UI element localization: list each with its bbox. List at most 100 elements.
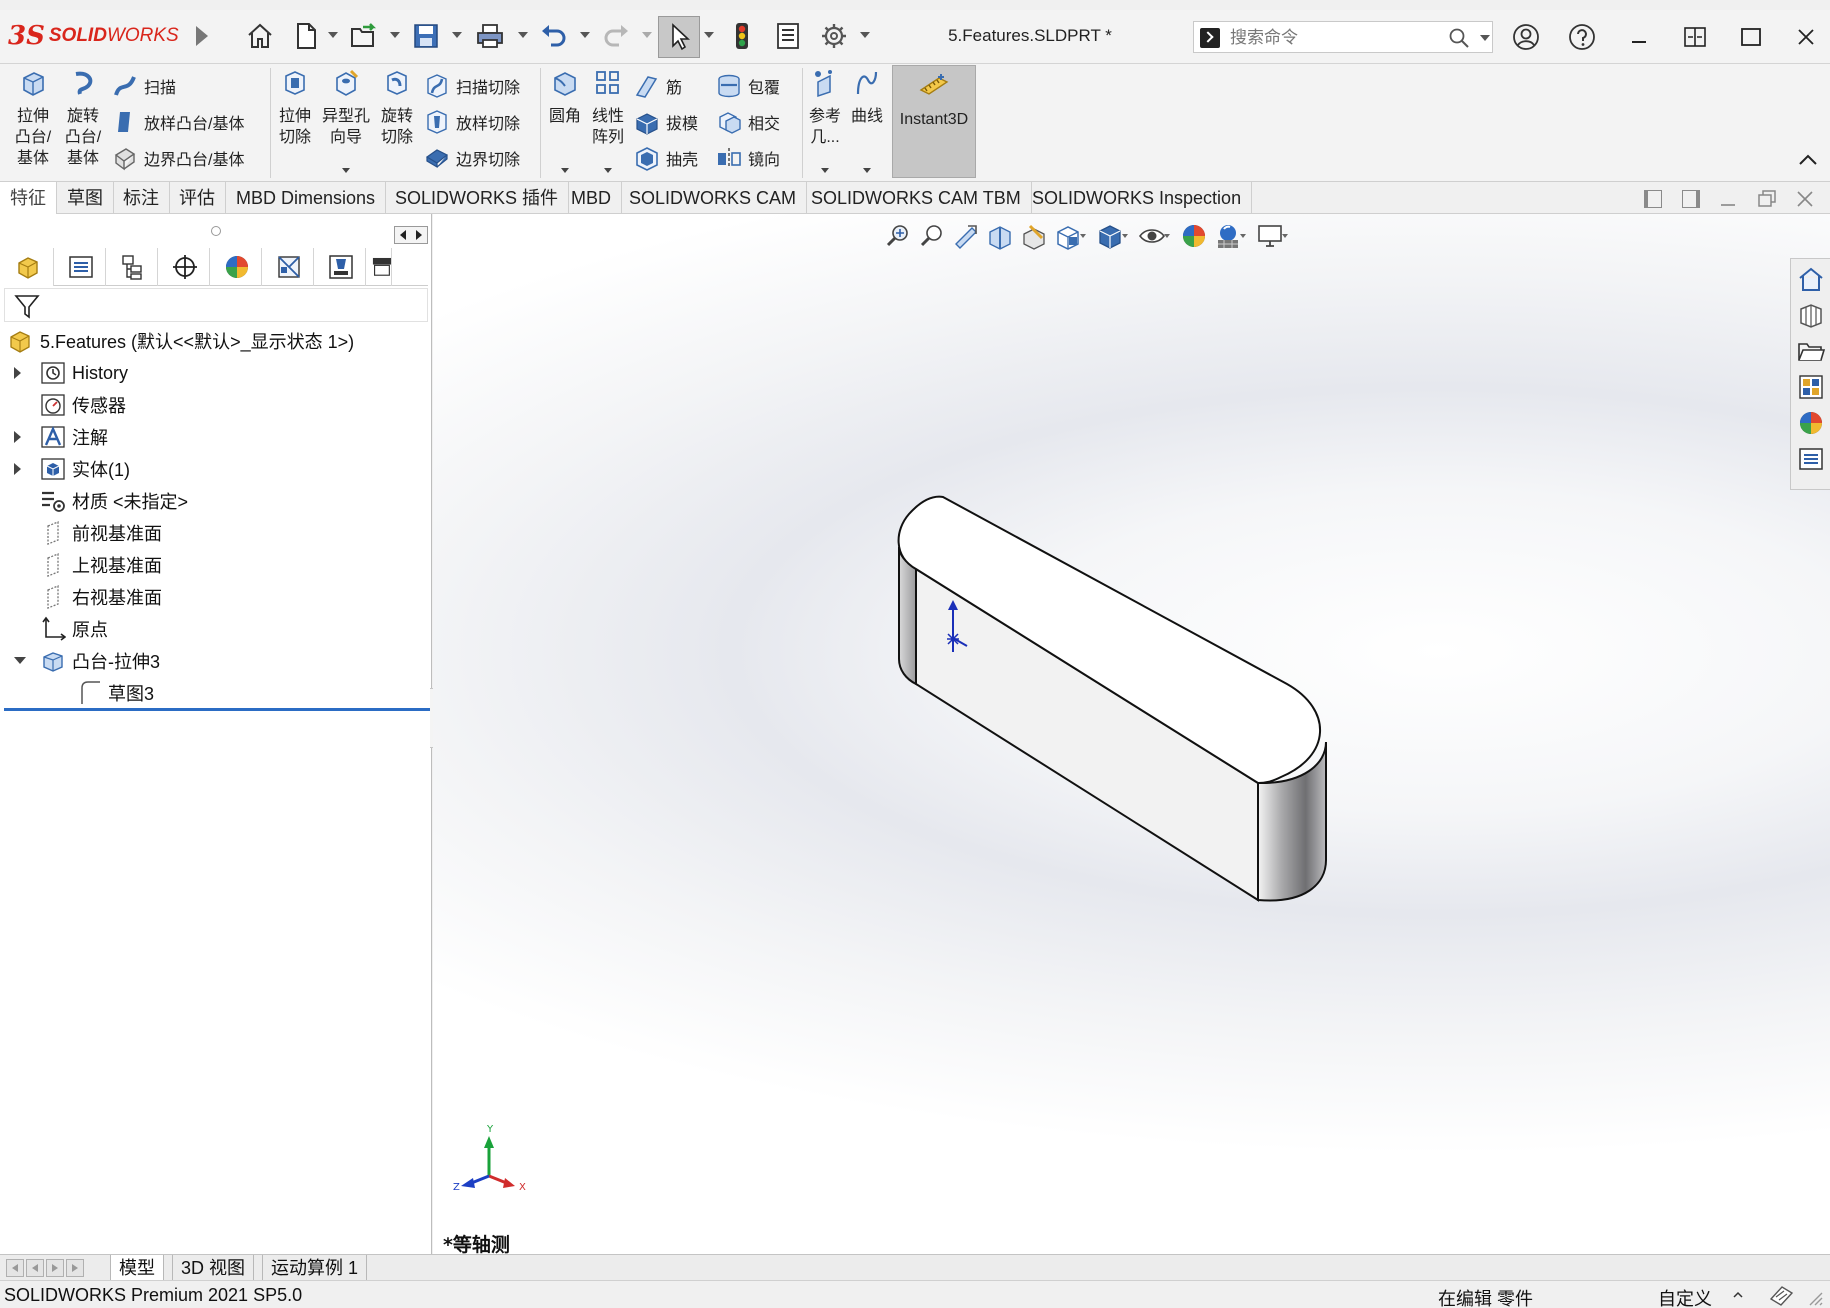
display-manager-tab[interactable] [212,248,262,286]
open-dropdown-icon[interactable] [390,32,400,38]
edit-appearance-button[interactable] [1177,220,1211,252]
linear-pattern-dropdown-icon[interactable] [604,168,612,173]
fillet-dropdown-icon[interactable] [561,168,569,173]
collapse-ribbon-icon[interactable] [1798,152,1818,166]
fillet-button[interactable]: 圆角 [542,68,588,173]
curves-dropdown-icon[interactable] [863,168,871,173]
curves-button[interactable]: 曲线 [844,68,890,173]
tab-model[interactable]: 模型 [110,1255,164,1281]
instant3d-button[interactable]: Instant3D [892,65,976,178]
viewport-tile-right-icon[interactable] [1682,190,1700,208]
rollback-bar[interactable] [4,708,430,711]
tab-solidworks-inspection[interactable]: SOLIDWORKS Inspection [1022,182,1253,214]
rebuild-button[interactable] [724,18,760,54]
viewport-minimize-icon[interactable] [1718,190,1738,210]
save-button[interactable] [408,18,444,54]
taskpane-design-library-tab[interactable] [1795,299,1827,331]
view-orientation-button[interactable] [1051,220,1086,252]
tree-item-sketch[interactable]: 草图3 [76,678,154,708]
tab-motion-study[interactable]: 运动算例 1 [262,1255,368,1281]
view-orientation-dropdown-icon[interactable] [1080,234,1086,238]
expand-arrow-icon[interactable] [14,463,21,475]
open-button[interactable] [346,18,382,54]
cam-operation-tab[interactable] [316,248,366,286]
extrude-cut-button[interactable]: 拉伸 切除 [272,68,318,148]
extrude-boss-button[interactable]: 拉伸 凸台/ 基体 [10,68,56,169]
tab-solidworks-cam-tbm[interactable]: SOLIDWORKS CAM TBM [801,182,1032,214]
expand-arrow-icon[interactable] [14,367,21,379]
display-style-button[interactable] [1093,220,1128,252]
redo-button[interactable] [598,18,634,54]
select-dropdown-icon[interactable] [704,32,714,38]
tab-mbd[interactable]: MBD [561,182,622,214]
reference-geometry-button[interactable]: 参考 几... [802,68,848,173]
viewport-close-icon[interactable] [1795,189,1815,209]
taskpane-file-explorer-tab[interactable] [1795,335,1827,367]
scroll-left-icon[interactable] [399,230,407,240]
redo-dropdown-icon[interactable] [642,32,652,38]
dynamic-annotation-button[interactable] [1017,220,1051,252]
tree-item-annotations[interactable]: 注解 [14,422,108,452]
zoom-to-fit-button[interactable] [881,220,915,252]
apply-scene-button[interactable] [1211,220,1246,252]
mirror-button[interactable]: 镜向 [716,142,780,174]
restore-layout-button[interactable] [1674,18,1716,56]
intersect-button[interactable]: 相交 [716,106,780,138]
section-view-button[interactable] [983,220,1017,252]
search-dropdown-icon[interactable] [1480,35,1490,41]
previous-view-button[interactable] [949,220,983,252]
wrap-button[interactable]: 包覆 [716,70,780,102]
tab-solidworks-addins[interactable]: SOLIDWORKS 插件 [385,182,570,214]
scroll-right-icon[interactable] [415,230,423,240]
tab-evaluate[interactable]: 评估 [169,182,226,214]
filter-icon[interactable] [13,292,41,320]
viewport-restore-icon[interactable] [1756,188,1778,210]
first-tab-icon[interactable] [6,1259,24,1277]
collapse-arrow-icon[interactable] [14,657,26,664]
tree-root-part[interactable]: 5.Features (默认<<默认>_显示状态 1>) [8,326,354,356]
menu-expand-icon[interactable] [196,26,208,46]
solidworks-logo[interactable]: 3S SOLID WORKS [8,20,179,52]
file-properties-button[interactable] [770,18,806,54]
tree-item-sensors[interactable]: 传感器 [40,390,126,420]
close-button[interactable] [1785,18,1827,56]
shell-button[interactable]: 抽壳 [634,142,698,174]
hide-show-items-button[interactable] [1135,220,1170,252]
boundary-boss-button[interactable]: 边界凸台/基体 [112,142,244,174]
property-manager-tab[interactable] [56,248,106,286]
search-icon[interactable] [1448,27,1470,49]
revolve-boss-button[interactable]: 旋转 凸台/ 基体 [60,68,106,169]
taskpane-appearances-tab[interactable] [1795,407,1827,439]
tree-item-history[interactable]: History [14,358,128,388]
undo-button[interactable] [536,18,572,54]
draft-button[interactable]: 拔模 [634,106,698,138]
reference-triad[interactable]: Y X Z [449,1120,529,1200]
tree-item-front-plane[interactable]: 前视基准面 [40,518,162,548]
tab-solidworks-cam[interactable]: SOLIDWORKS CAM [619,182,808,214]
maximize-button[interactable] [1730,18,1772,56]
tree-filter-bar[interactable] [4,288,428,322]
unit-system-selector[interactable]: 自定义 [1658,1285,1712,1308]
display-style-dropdown-icon[interactable] [1122,234,1128,238]
configuration-manager-tab[interactable] [108,248,158,286]
new-dropdown-icon[interactable] [328,32,338,38]
taskpane-resources-tab[interactable] [1795,263,1827,295]
save-dropdown-icon[interactable] [452,32,462,38]
tree-item-origin[interactable]: 原点 [40,614,108,644]
unit-system-dropdown-icon[interactable] [1733,1291,1743,1299]
quick-tips-icon[interactable] [1768,1283,1798,1307]
sweep-cut-button[interactable]: 扫描切除 [424,70,520,102]
tab-mbd-dimensions[interactable]: MBD Dimensions [226,182,387,214]
taskpane-custom-properties-tab[interactable] [1795,443,1827,475]
panel-grip-icon[interactable] [211,226,221,236]
print-dropdown-icon[interactable] [518,32,528,38]
rib-button[interactable]: 筋 [634,70,682,102]
viewport-tile-left-icon[interactable] [1644,190,1662,208]
loft-boss-button[interactable]: 放样凸台/基体 [112,106,244,138]
resize-grip-icon[interactable] [1806,1289,1824,1307]
previous-tab-icon[interactable] [26,1259,44,1277]
search-box[interactable] [1193,21,1493,53]
dimxpert-manager-tab[interactable] [160,248,210,286]
cam-feature-tab[interactable] [264,248,314,286]
cam-tool-tab[interactable] [368,248,392,286]
